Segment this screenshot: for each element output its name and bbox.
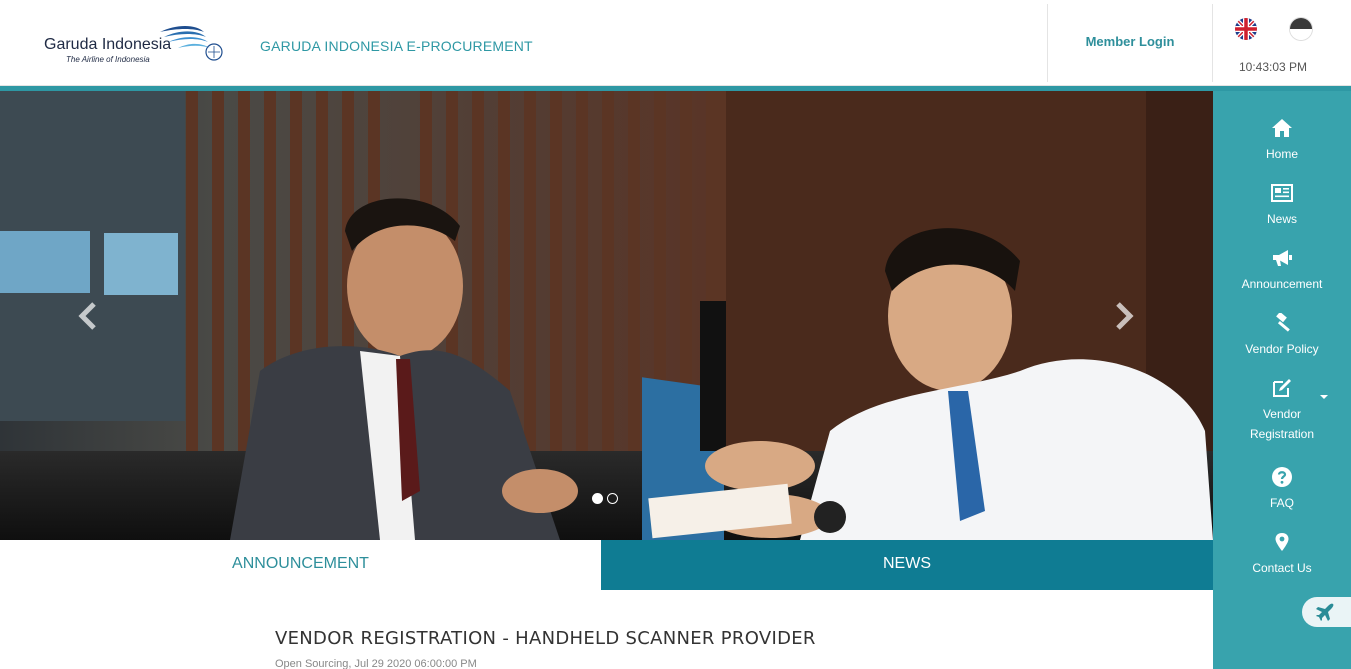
sidebar-item-label: FAQ — [1269, 496, 1294, 510]
id-flag-icon[interactable] — [1290, 18, 1312, 40]
header-divider — [1212, 4, 1213, 82]
chevron-left-icon — [78, 302, 96, 330]
sidebar-item-vendor-policy[interactable]: Vendor Policy — [1213, 313, 1351, 359]
sidebar-item-vendor-registration[interactable]: Vendor Registration — [1213, 378, 1351, 444]
newspaper-icon — [1271, 184, 1293, 202]
clock: 10:43:03 PM — [1238, 60, 1308, 74]
sidebar-nav: Home News Announcement Vendor Policy Ven… — [1213, 91, 1351, 669]
sidebar-item-label: Vendor Policy — [1245, 342, 1319, 356]
edit-icon — [1273, 379, 1291, 397]
gavel-icon — [1276, 313, 1290, 332]
carousel-next-button[interactable] — [1108, 296, 1138, 336]
chevron-down-icon[interactable] — [1320, 395, 1328, 399]
map-marker-icon — [1275, 533, 1289, 551]
sidebar-item-news[interactable]: News — [1213, 183, 1351, 229]
hero-carousel[interactable] — [0, 91, 1213, 540]
carousel-prev-button[interactable] — [74, 296, 104, 336]
sidebar-item-announcement[interactable]: Announcement — [1213, 248, 1351, 294]
news-title[interactable]: VENDOR REGISTRATION - HANDHELD SCANNER P… — [275, 628, 816, 649]
tab-news[interactable]: NEWS — [601, 540, 1213, 590]
garuda-wing-icon — [160, 26, 223, 61]
home-icon — [1272, 119, 1292, 137]
en-flag-icon[interactable] — [1235, 18, 1257, 40]
sidebar-item-label: Registration — [1249, 427, 1315, 441]
site-title: GARUDA INDONESIA E-PROCUREMENT — [260, 38, 533, 54]
sidebar-item-home[interactable]: Home — [1213, 118, 1351, 164]
carousel-dot-2[interactable] — [607, 493, 618, 504]
sidebar-item-label: News — [1266, 212, 1297, 226]
tab-announcement[interactable]: ANNOUNCEMENT — [0, 540, 601, 590]
floating-plane-button[interactable] — [1302, 597, 1351, 627]
sidebar-item-faq[interactable]: FAQ — [1213, 467, 1351, 513]
sidebar-item-label: Announcement — [1241, 277, 1323, 291]
sidebar-item-label: Contact Us — [1252, 561, 1312, 575]
plane-icon — [1316, 603, 1334, 621]
logo-name: Garuda Indonesia — [44, 36, 172, 53]
megaphone-icon — [1273, 250, 1292, 266]
carousel-dot-1[interactable] — [592, 493, 603, 504]
question-icon — [1272, 467, 1292, 487]
news-meta: Open Sourcing, Jul 29 2020 06:00:00 PM — [275, 658, 477, 669]
hero-photo — [0, 91, 1213, 540]
sidebar-item-contact-us[interactable]: Contact Us — [1213, 532, 1351, 578]
logo-tagline: The Airline of Indonesia — [66, 55, 150, 64]
member-login-link[interactable]: Member Login — [1048, 34, 1212, 49]
sidebar-item-label: Home — [1265, 147, 1298, 161]
carousel-indicators — [592, 493, 618, 504]
header: Garuda Indonesia The Airline of Indonesi… — [0, 0, 1351, 86]
sidebar-item-label: Vendor — [1262, 407, 1302, 421]
chevron-right-icon — [1116, 302, 1134, 330]
garuda-logo[interactable]: Garuda Indonesia The Airline of Indonesi… — [44, 22, 234, 70]
